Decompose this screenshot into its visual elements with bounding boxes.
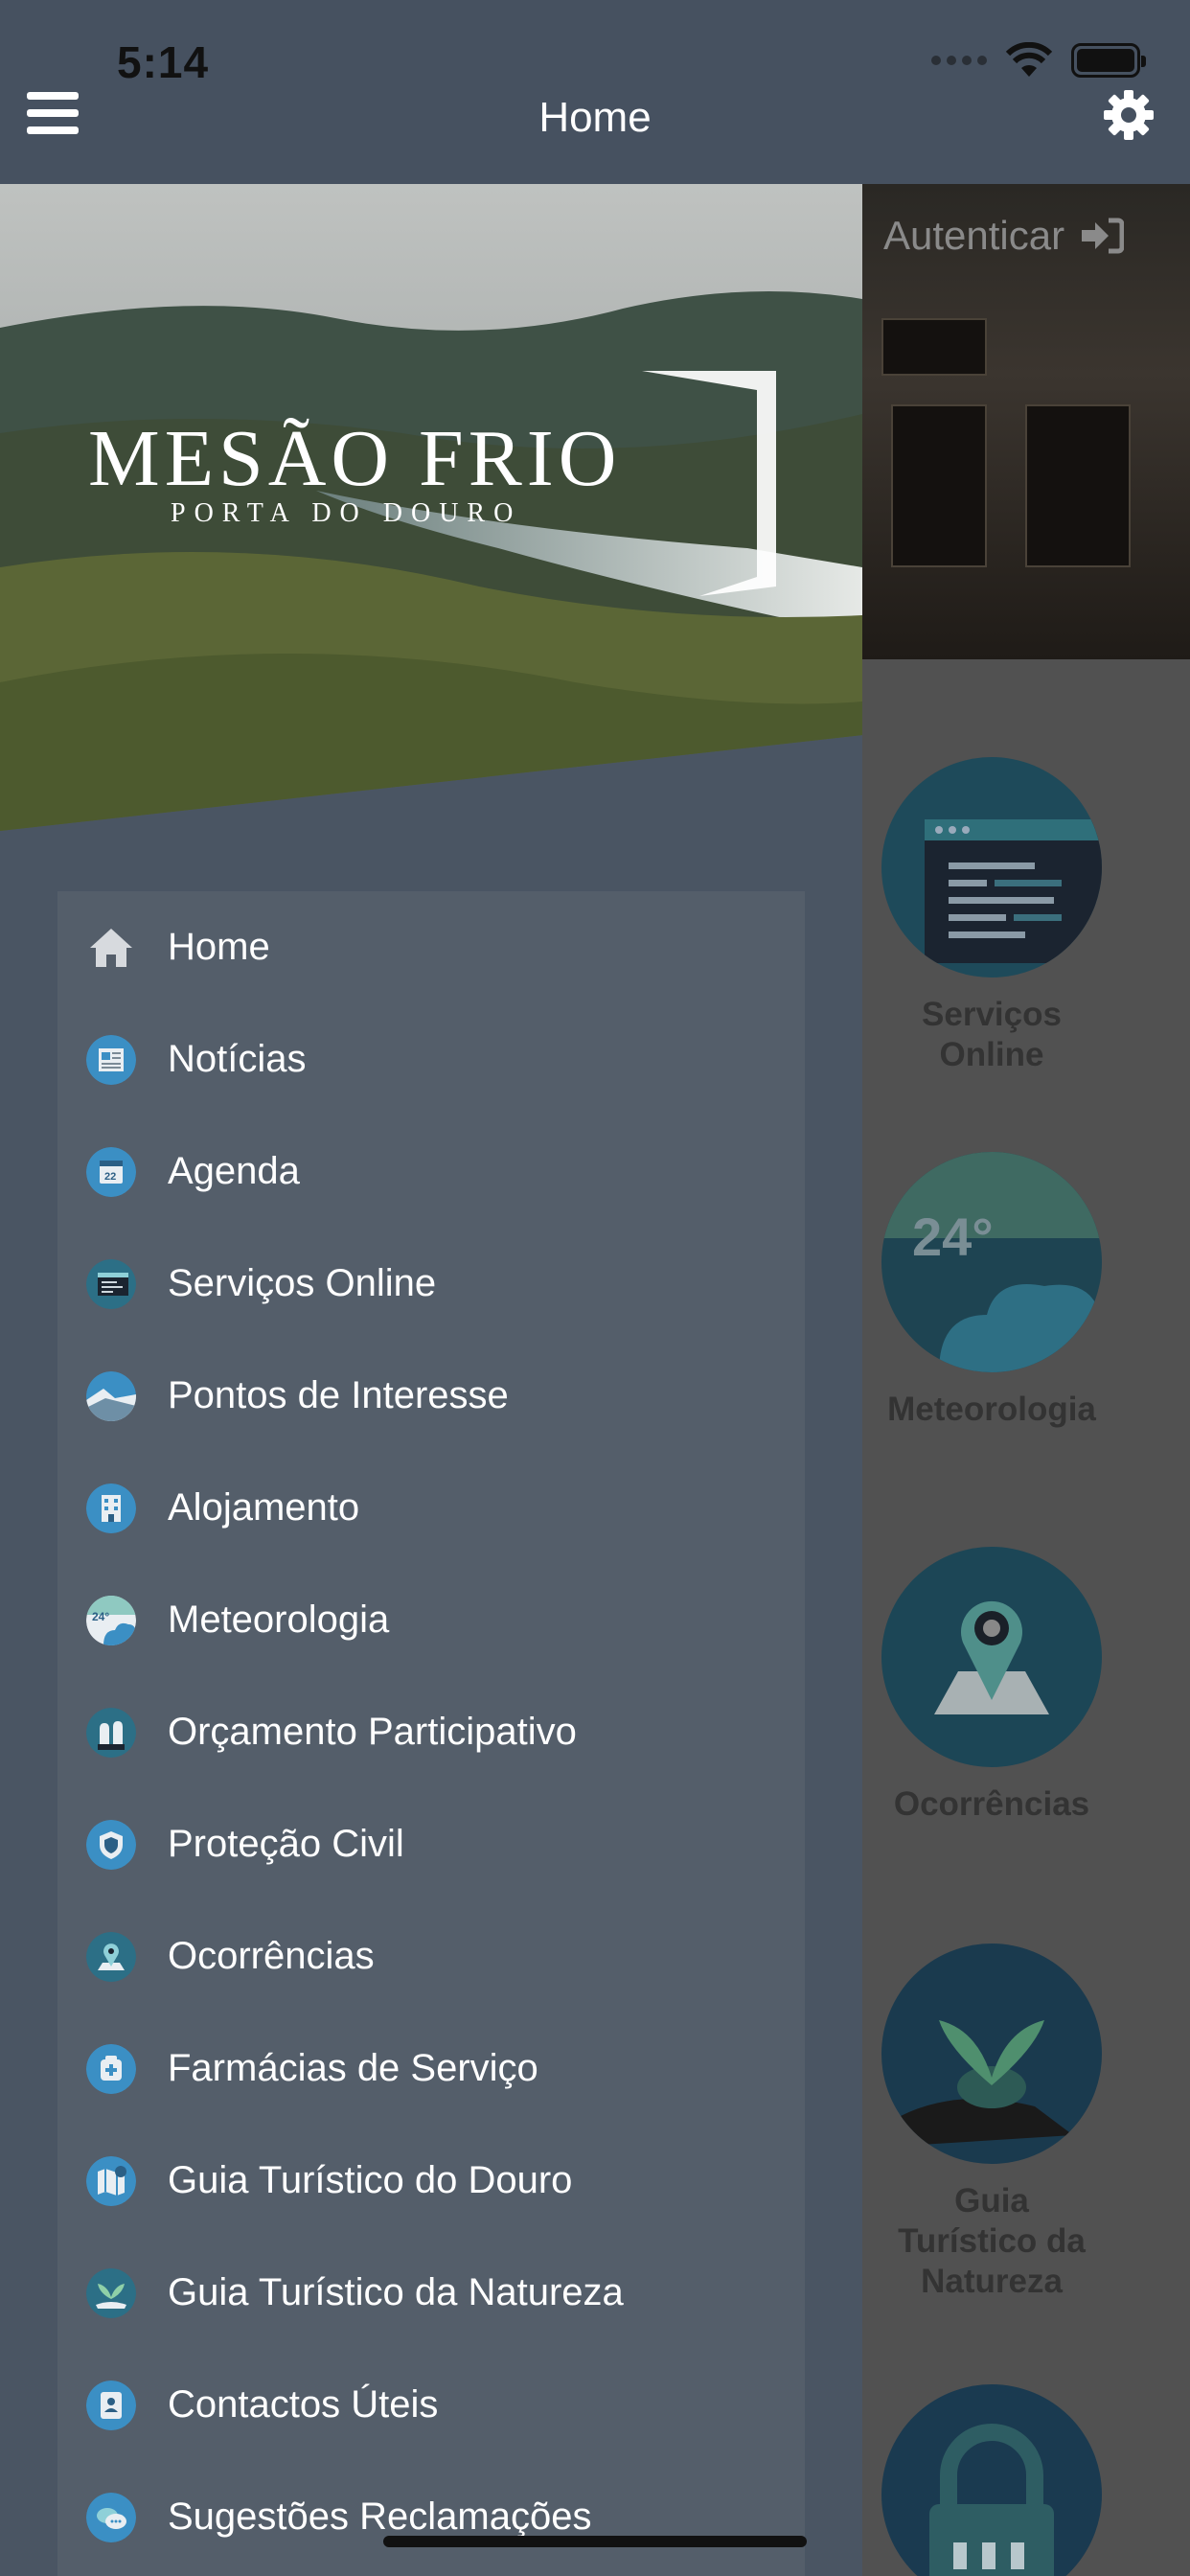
pharmacy-icon <box>86 2043 136 2094</box>
menu-item-label: Farmácias de Serviço <box>168 2047 538 2089</box>
online-services-icon <box>86 1258 136 1309</box>
occurrences-tile-icon <box>881 1547 1102 1767</box>
menu-item-participatory-budget[interactable]: Orçamento Participativo <box>57 1676 805 1788</box>
menu-item-agenda[interactable]: 22 Agenda <box>57 1116 805 1228</box>
app-screen: 5:14 Home Autenticar Serviços Online 24°… <box>0 0 1190 2576</box>
tile-label: Guia Turístico da Natureza <box>898 2182 1086 2300</box>
menu-item-label: Home <box>168 926 270 968</box>
weather-icon: 24° <box>86 1595 136 1645</box>
menu-item-label: Pontos de Interesse <box>168 1374 509 1416</box>
douro-guide-icon <box>86 2155 136 2206</box>
menu-item-label: Ocorrências <box>168 1935 375 1977</box>
home-icon <box>90 928 132 967</box>
drawer-menu-list: Home Notícias 22 Agenda Serviços Online … <box>57 891 805 2576</box>
menu-item-news[interactable]: Notícias <box>57 1003 805 1116</box>
side-drawer: MESÃO FRIO PORTA DO DOURO Home Notícias <box>0 184 862 2576</box>
menu-item-suggestions[interactable]: Sugestões Reclamações <box>57 2461 805 2573</box>
menu-item-useful-contacts[interactable]: Contactos Úteis <box>57 2349 805 2461</box>
accommodation-icon <box>86 1483 136 1533</box>
menu-item-label: Guia Turístico da Natureza <box>168 2271 624 2313</box>
lock-tile-icon <box>881 2384 1102 2576</box>
menu-item-points-of-interest[interactable]: Pontos de Interesse <box>57 1340 805 1452</box>
brand-title: MESÃO FRIO <box>88 414 622 503</box>
menu-item-label: Contactos Úteis <box>168 2383 439 2426</box>
menu-item-label: Notícias <box>168 1038 307 1080</box>
contacts-icon <box>86 2380 136 2430</box>
svg-text:24°: 24° <box>92 1610 109 1623</box>
login-button[interactable]: Autenticar <box>883 213 1125 259</box>
tile-label: Meteorologia <box>887 1391 1096 1428</box>
menu-item-online-services[interactable]: Serviços Online <box>57 1228 805 1340</box>
menu-item-label: Meteorologia <box>168 1598 390 1641</box>
wifi-icon <box>1005 42 1053 77</box>
tile-locked[interactable] <box>881 2384 1102 2576</box>
menu-item-label: Orçamento Participativo <box>168 1711 577 1753</box>
sign-in-icon <box>1082 218 1125 254</box>
home-indicator[interactable] <box>383 2536 807 2547</box>
status-indicators <box>931 42 1146 79</box>
calendar-icon: 22 <box>86 1146 136 1197</box>
occurrences-icon <box>86 1931 136 1982</box>
participatory-budget-icon <box>86 1707 136 1758</box>
nature-guide-tile-icon <box>881 1944 1102 2164</box>
page-title: Home <box>538 94 652 141</box>
menu-item-douro-guide[interactable]: Guia Turístico do Douro <box>57 2125 805 2237</box>
cellular-signal-icon <box>931 56 987 65</box>
tile-weather[interactable]: 24° Meteorologia <box>881 1152 1102 1430</box>
login-label: Autenticar <box>883 213 1065 258</box>
tile-label: Ocorrências <box>893 1785 1090 1823</box>
menu-item-weather[interactable]: 24° Meteorologia <box>57 1564 805 1676</box>
points-of-interest-icon <box>86 1370 136 1421</box>
tile-label: Serviços Online <box>922 996 1062 1073</box>
menu-item-pharmacies[interactable]: Farmácias de Serviço <box>57 2012 805 2125</box>
menu-item-label: Proteção Civil <box>168 1823 404 1865</box>
tile-nature-guide[interactable]: Guia Turístico da Natureza <box>881 1944 1102 2302</box>
menu-item-civil-protection[interactable]: Proteção Civil <box>57 1788 805 1900</box>
menu-item-label: Serviços Online <box>168 1262 437 1304</box>
tile-occurrences[interactable]: Ocorrências <box>881 1547 1102 1825</box>
top-bar: 5:14 Home <box>0 0 1190 184</box>
brand-subtitle: PORTA DO DOURO <box>171 498 522 528</box>
menu-item-label: Agenda <box>168 1150 300 1192</box>
battery-icon <box>1071 43 1146 78</box>
status-time: 5:14 <box>117 37 210 87</box>
menu-item-nature-guide[interactable]: Guia Turístico da Natureza <box>57 2237 805 2349</box>
menu-item-home[interactable]: Home <box>57 891 805 1003</box>
drawer-hero-image: MESÃO FRIO PORTA DO DOURO <box>0 184 862 836</box>
news-icon <box>86 1034 136 1085</box>
menu-item-accommodation[interactable]: Alojamento <box>57 1452 805 1564</box>
menu-item-label: Guia Turístico do Douro <box>168 2159 573 2201</box>
menu-item-label: Sugestões Reclamações <box>168 2496 592 2538</box>
online-services-tile-icon <box>881 757 1102 978</box>
civil-protection-icon <box>86 1819 136 1870</box>
nature-guide-icon <box>86 2267 136 2318</box>
svg-text:22: 22 <box>104 1171 116 1183</box>
menu-item-label: Alojamento <box>168 1486 360 1529</box>
suggestions-icon <box>86 2492 136 2542</box>
weather-tile-icon: 24° <box>881 1152 1102 1372</box>
tile-online-services[interactable]: Serviços Online <box>881 757 1102 1075</box>
settings-gear-icon[interactable] <box>1100 86 1157 144</box>
weather-tile-temperature: 24° <box>912 1207 994 1267</box>
menu-item-occurrences[interactable]: Ocorrências <box>57 1900 805 2012</box>
